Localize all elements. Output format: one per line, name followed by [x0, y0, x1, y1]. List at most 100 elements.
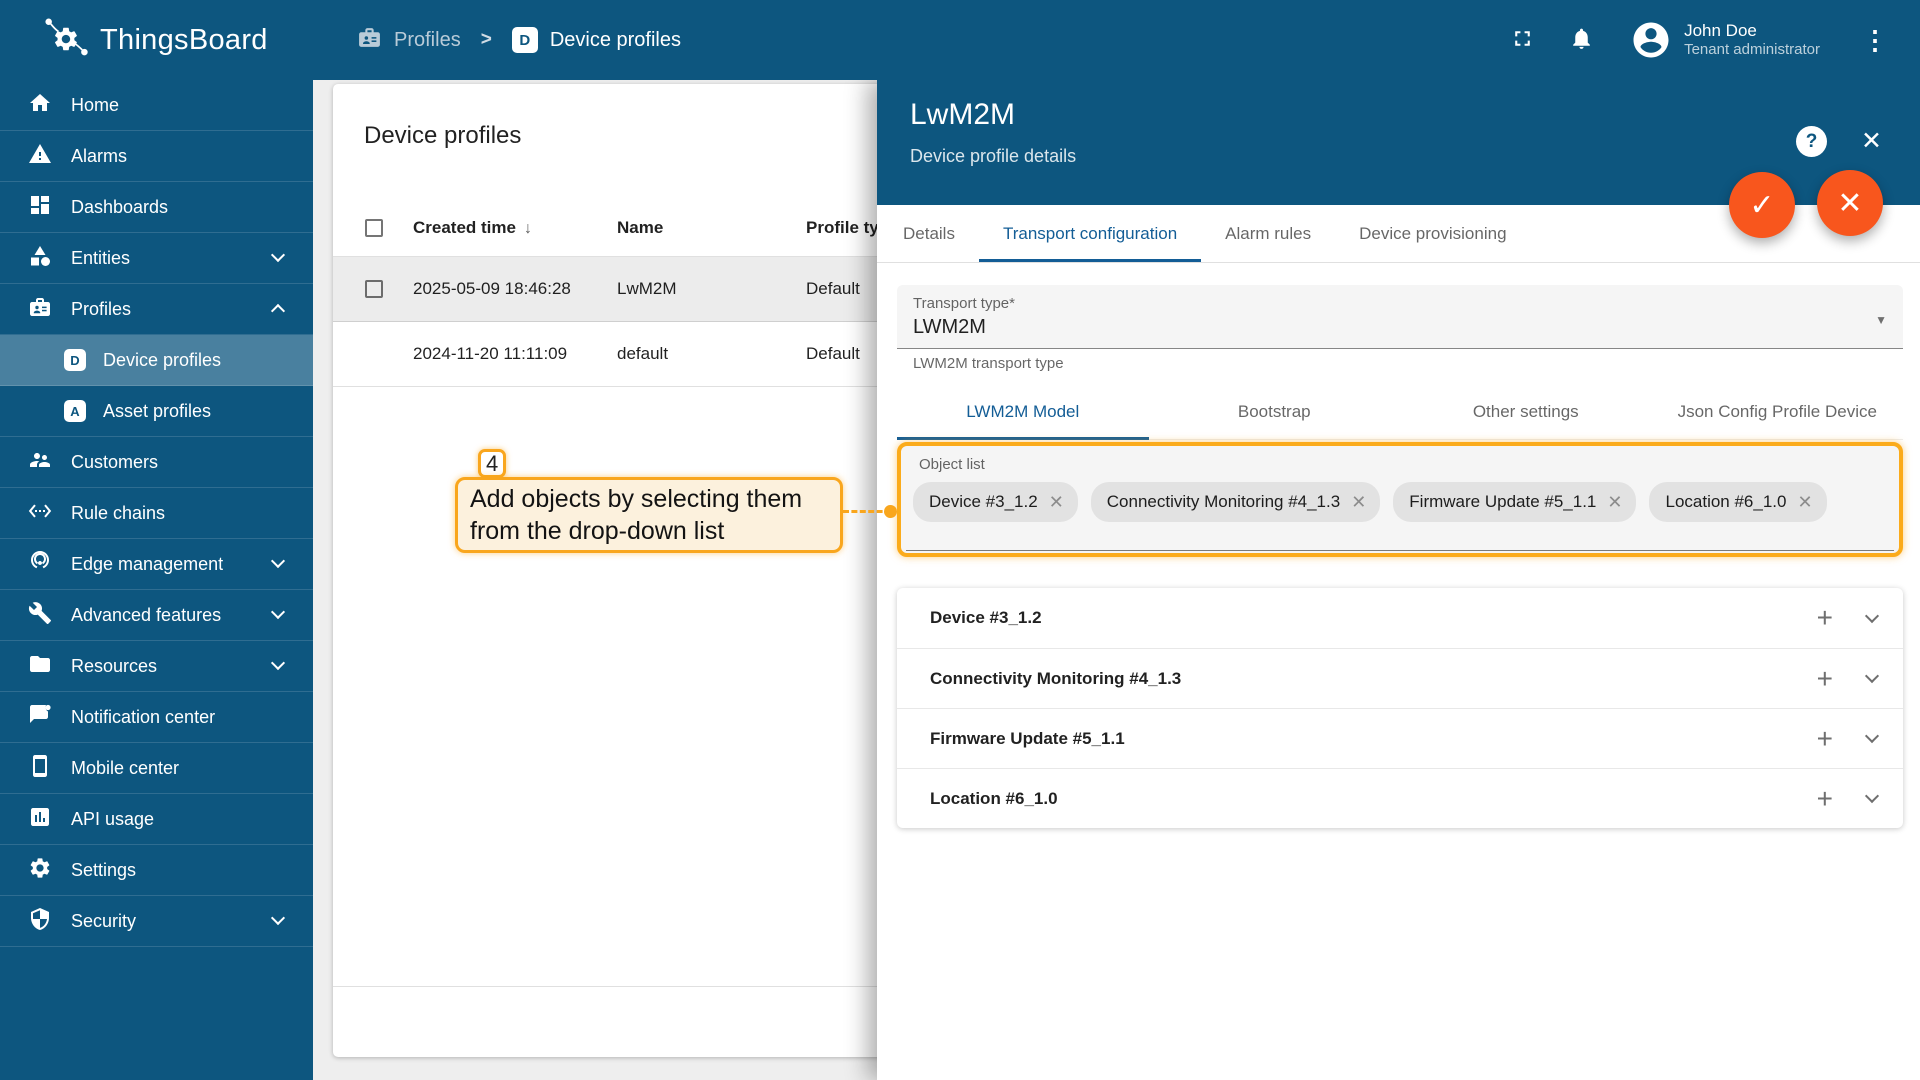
discard-changes-button[interactable]: ✕ [1817, 170, 1883, 236]
cell-name: LwM2M [617, 279, 677, 298]
sidebar-item-home[interactable]: Home [0, 80, 313, 131]
chip-remove-icon[interactable]: ✕ [1607, 492, 1622, 513]
column-created-time[interactable]: Created time ↓ [413, 218, 617, 238]
sidebar-item-alarms[interactable]: Alarms [0, 131, 313, 182]
chevron-down-icon [270, 604, 286, 620]
screen: ThingsBoard Profiles > D Device profiles… [0, 0, 1920, 1080]
cell-created-time: 2024-11-20 11:11:09 [413, 344, 568, 363]
breadcrumb-current-label: Device profiles [549, 28, 681, 51]
cell-created-time: 2025-05-09 18:46:28 [413, 279, 571, 298]
chip-remove-icon[interactable]: ✕ [1797, 492, 1812, 513]
tab-transport-configuration[interactable]: Transport configuration [978, 205, 1202, 262]
add-instance-icon[interactable]: + [1817, 784, 1833, 813]
select-all-checkbox[interactable] [365, 219, 383, 237]
expand-chevron-icon[interactable] [1864, 608, 1880, 623]
fullscreen-button[interactable] [1510, 26, 1535, 54]
chart-icon [28, 805, 52, 834]
notifications-button[interactable] [1569, 26, 1594, 54]
drawer-title: LwM2M [910, 98, 1016, 131]
breadcrumb-profiles[interactable]: Profiles [357, 25, 461, 55]
accordion-row-location[interactable]: Location #6_1.0 + [897, 768, 1903, 828]
home-icon [28, 91, 52, 120]
thingsboard-logo[interactable]: ThingsBoard [0, 12, 313, 69]
close-icon[interactable]: ✕ [1861, 126, 1882, 156]
folder-icon [28, 652, 52, 681]
sidebar-item-resources[interactable]: Resources [0, 641, 313, 692]
accordion-row-device[interactable]: Device #3_1.2 + [897, 588, 1903, 648]
sidebar-item-security[interactable]: Security [0, 896, 313, 947]
dashboard-icon [28, 193, 52, 222]
breadcrumb-separator: > [480, 29, 492, 50]
expand-chevron-icon[interactable] [1864, 668, 1880, 684]
thingsboard-logo-icon [40, 12, 92, 69]
smartphone-icon [28, 754, 52, 783]
tab-alarm-rules[interactable]: Alarm rules [1201, 205, 1335, 262]
subtab-json-config-profile-device[interactable]: Json Config Profile Device [1652, 385, 1904, 439]
tab-device-provisioning[interactable]: Device provisioning [1335, 205, 1530, 262]
breadcrumb: Profiles > D Device profiles [357, 25, 681, 55]
add-instance-icon[interactable]: + [1817, 724, 1833, 753]
column-name[interactable]: Name [617, 218, 806, 238]
row-checkbox[interactable] [365, 280, 383, 298]
user-info[interactable]: John Doe Tenant administrator [1684, 20, 1820, 60]
top-actions: John Doe Tenant administrator ⋮ [1510, 19, 1920, 61]
object-chips: Device #3_1.2 ✕ Connectivity Monitoring … [913, 482, 1887, 522]
sidebar-item-rule-chains[interactable]: Rule chains [0, 488, 313, 539]
apply-changes-button[interactable]: ✓ [1729, 172, 1795, 238]
chevron-down-icon [270, 247, 286, 263]
object-list-field[interactable]: Object list Device #3_1.2 ✕ Connectivity… [897, 442, 1903, 557]
chip-remove-icon[interactable]: ✕ [1351, 492, 1366, 513]
sidebar-item-mobile-center[interactable]: Mobile center [0, 743, 313, 794]
accordion-row-connectivity-monitoring[interactable]: Connectivity Monitoring #4_1.3 + [897, 648, 1903, 708]
object-list-label: Object list [919, 456, 985, 473]
subtab-bootstrap[interactable]: Bootstrap [1149, 385, 1401, 439]
gear-icon [28, 856, 52, 885]
sidebar-item-api-usage[interactable]: API usage [0, 794, 313, 845]
sidebar-item-device-profiles[interactable]: D Device profiles [0, 335, 313, 386]
chip-remove-icon[interactable]: ✕ [1049, 492, 1064, 513]
sidebar-item-notification-center[interactable]: Notification center [0, 692, 313, 743]
sidebar-item-entities[interactable]: Entities [0, 233, 313, 284]
tab-details[interactable]: Details [879, 205, 979, 262]
breadcrumb-device-profiles[interactable]: D Device profiles [511, 27, 681, 53]
close-icon: ✕ [1837, 186, 1863, 220]
sidebar-item-settings[interactable]: Settings [0, 845, 313, 896]
lwm2m-subtabs: LWM2M Model Bootstrap Other settings Jso… [897, 385, 1903, 440]
transport-type-select[interactable]: Transport type* LWM2M ▼ [897, 285, 1903, 349]
device-profiles-d-icon: D [64, 349, 86, 371]
sidebar-item-profiles[interactable]: Profiles [0, 284, 313, 335]
add-instance-icon[interactable]: + [1817, 604, 1833, 632]
chip-location: Location #6_1.0 ✕ [1649, 482, 1827, 522]
drawer-body: Transport type* LWM2M ▼ LWM2M transport … [877, 263, 1920, 828]
transport-type-value: LWM2M [913, 316, 986, 338]
subtab-lwm2m-model[interactable]: LWM2M Model [897, 385, 1149, 440]
shield-icon [28, 907, 52, 936]
accordion-row-firmware-update[interactable]: Firmware Update #5_1.1 + [897, 708, 1903, 768]
help-icon[interactable]: ? [1796, 126, 1827, 157]
subtab-other-settings[interactable]: Other settings [1400, 385, 1652, 439]
sidebar-item-asset-profiles[interactable]: A Asset profiles [0, 386, 313, 437]
kebab-menu-icon[interactable]: ⋮ [1862, 25, 1888, 56]
add-instance-icon[interactable]: + [1817, 664, 1833, 693]
expand-chevron-icon[interactable] [1864, 788, 1880, 804]
user-name: John Doe [1684, 21, 1757, 40]
chevron-down-icon [270, 655, 286, 671]
device-profile-drawer: LwM2M Device profile details ? ✕ ✓ ✕ Det… [877, 80, 1920, 1080]
sidebar-item-edge-management[interactable]: Edge management [0, 539, 313, 590]
profiles-badge-icon [357, 25, 382, 55]
sidebar-item-dashboards[interactable]: Dashboards [0, 182, 313, 233]
fullscreen-icon [1510, 26, 1535, 54]
avatar[interactable] [1630, 19, 1672, 61]
tools-icon [28, 601, 52, 630]
sidebar-item-customers[interactable]: Customers [0, 437, 313, 488]
expand-chevron-icon[interactable] [1864, 728, 1880, 744]
chevron-down-icon [270, 910, 286, 926]
sidebar-item-advanced-features[interactable]: Advanced features [0, 590, 313, 641]
people-icon [28, 448, 52, 477]
transport-type-label: Transport type* [913, 295, 1015, 312]
badge-icon [28, 295, 52, 324]
chevron-down-icon [270, 553, 286, 569]
message-icon [28, 703, 52, 732]
chip-connectivity-monitoring: Connectivity Monitoring #4_1.3 ✕ [1090, 482, 1381, 522]
transport-type-hint: LWM2M transport type [913, 355, 1064, 372]
